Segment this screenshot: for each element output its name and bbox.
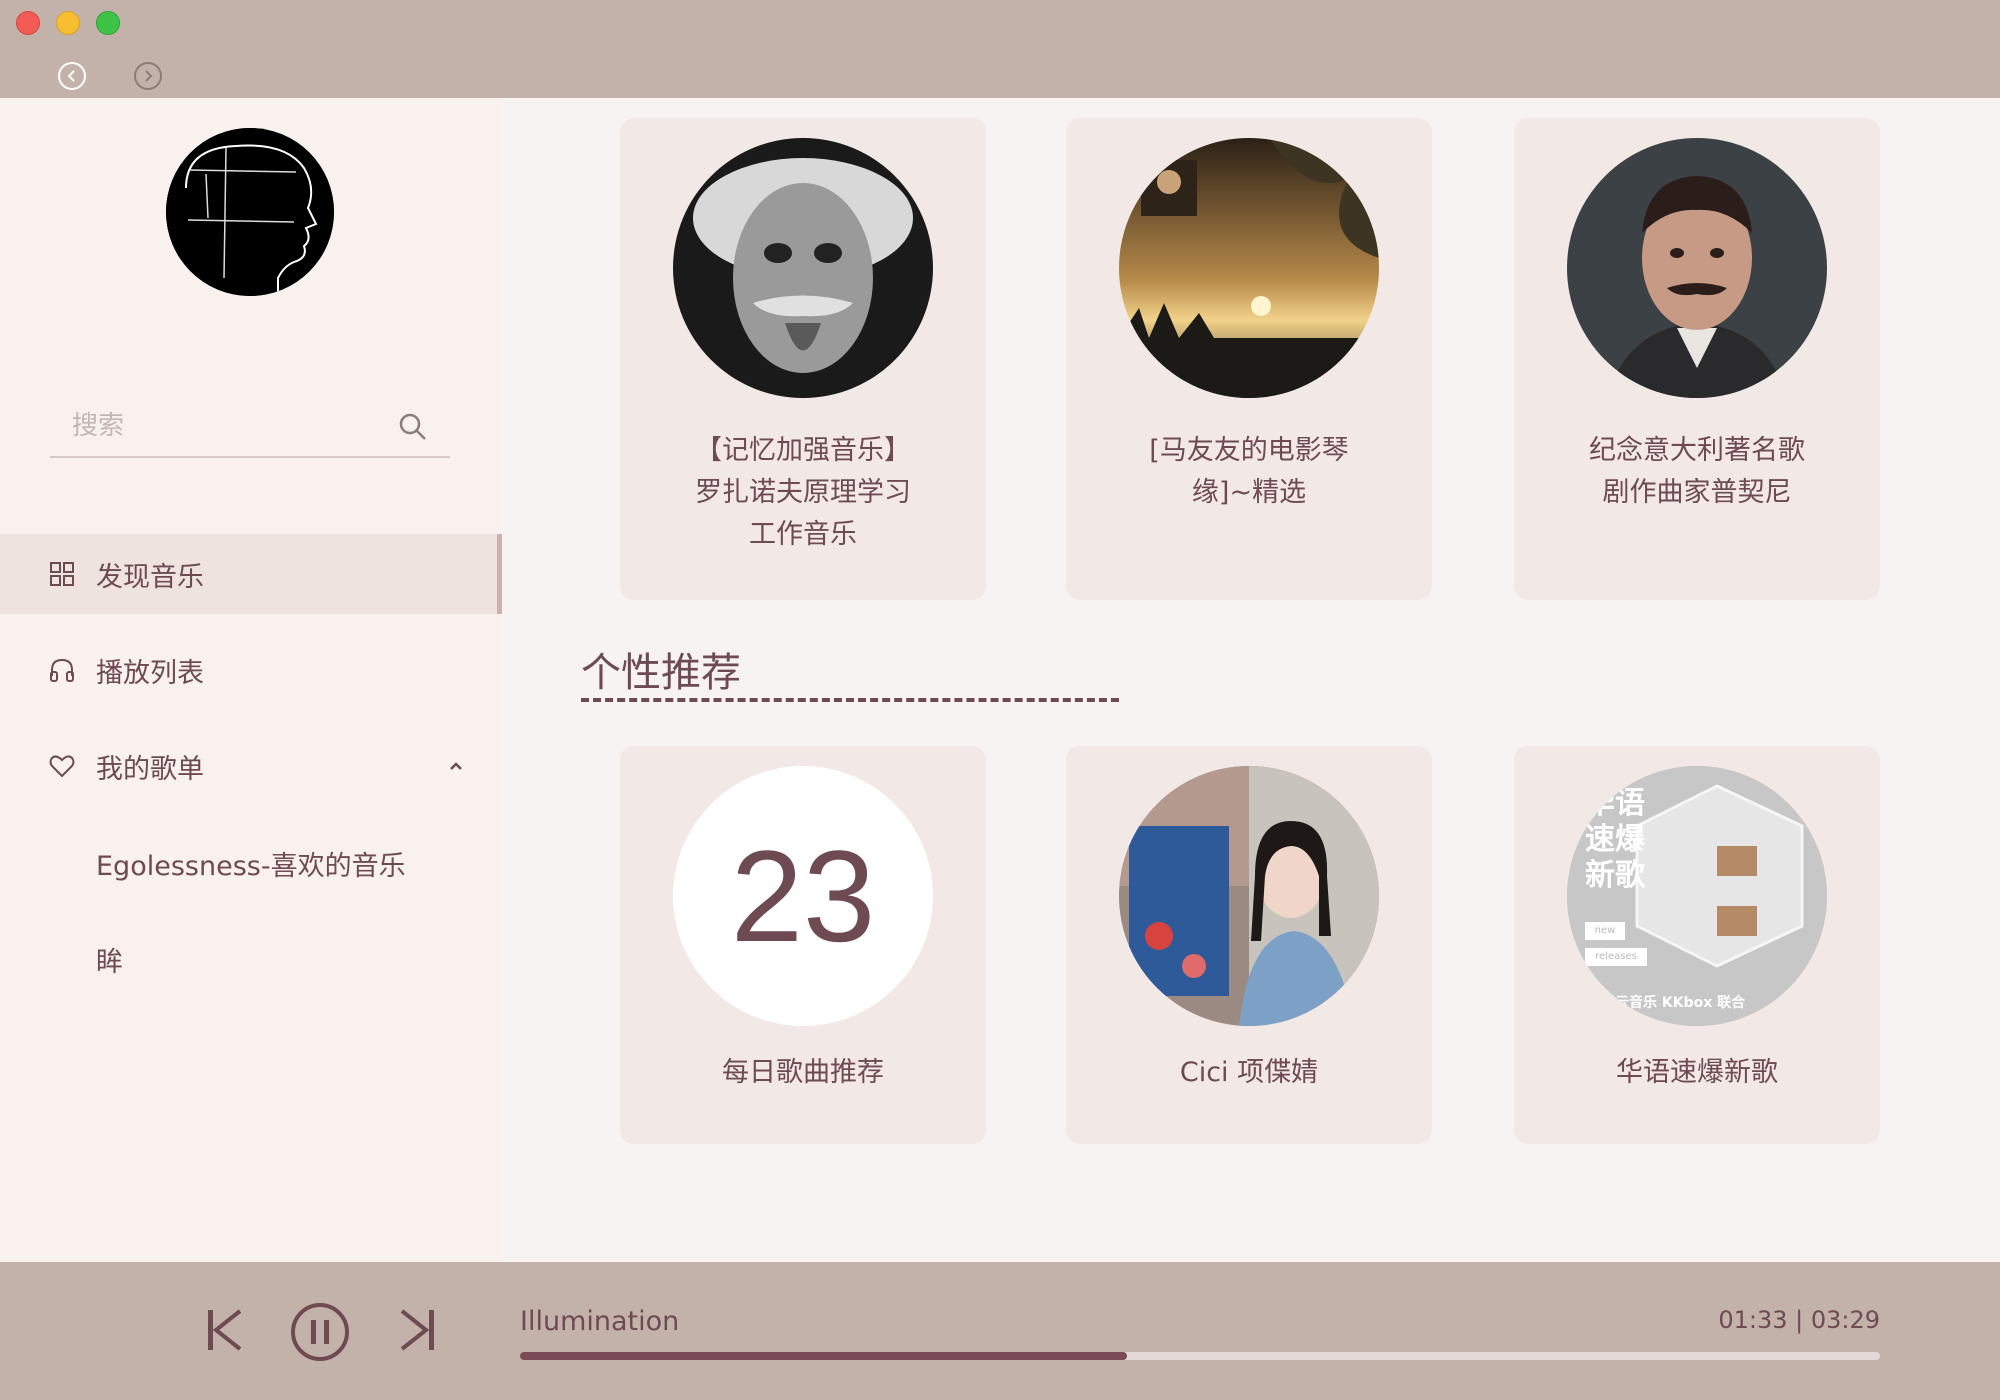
- track-name: Illumination: [520, 1306, 680, 1337]
- back-button[interactable]: [58, 62, 86, 90]
- title-line: 【记忆加强音乐】: [695, 435, 911, 466]
- title-line: 缘]~精选: [1191, 477, 1307, 508]
- maximize-window-button[interactable]: [96, 11, 120, 35]
- playlist-card-title: 纪念意大利著名歌 剧作曲家普契尼: [1534, 430, 1860, 514]
- pause-icon[interactable]: [290, 1302, 350, 1362]
- chevron-left-circle-icon: [67, 70, 75, 82]
- chevron-up-icon[interactable]: [446, 756, 466, 776]
- skip-previous-icon[interactable]: [206, 1308, 242, 1352]
- new-songs-cover: 华语 速爆 新歌 new releases 网易云音乐 KKbox 联合: [1567, 766, 1827, 1026]
- avatar[interactable]: [166, 128, 334, 296]
- daily-calendar-cover: 23: [673, 766, 933, 1026]
- playlist-item-egolessness[interactable]: Egolessness-喜欢的音乐: [96, 844, 406, 883]
- sidebar-item-playlist[interactable]: 播放列表: [0, 630, 502, 710]
- playlist-card[interactable]: 纪念意大利著名歌 剧作曲家普契尼: [1514, 118, 1880, 600]
- heart-icon: [49, 755, 75, 778]
- progress-fill: [520, 1352, 1127, 1360]
- title-bar: [0, 0, 2000, 98]
- sidebar-item-discover-music[interactable]: 发现音乐: [0, 534, 502, 614]
- sidebar: 发现音乐 播放列表 我的歌单 Egolessness-喜欢的音乐 眸: [0, 98, 502, 1262]
- main-content: 【记忆加强音乐】 罗扎诺夫原理学习 工作音乐 [马友友的电影琴 缘]~精选 纪念…: [502, 98, 2000, 1262]
- recommend-card-title: 华语速爆新歌: [1616, 1057, 1778, 1088]
- cover-footer: 网易云音乐 KKbox 联合: [1587, 995, 1746, 1011]
- cover-text-line: 华语: [1585, 786, 1645, 821]
- minimize-window-button[interactable]: [56, 11, 80, 35]
- title-line: 纪念意大利著名歌: [1589, 435, 1805, 466]
- chevron-right-circle-icon: [145, 70, 153, 82]
- title-line: 剧作曲家普契尼: [1602, 477, 1792, 508]
- title-line: [马友友的电影琴: [1149, 435, 1349, 466]
- recommend-card-cici[interactable]: Cici 项偞婧: [1066, 746, 1432, 1144]
- day-number: 23: [730, 823, 876, 969]
- player-bar: Illumination 01:33 | 03:29: [0, 1262, 2000, 1400]
- playlist-item-mou[interactable]: 眸: [96, 940, 123, 979]
- playlist-cover-sunset: [1119, 138, 1379, 398]
- recommend-card-title: 每日歌曲推荐: [722, 1057, 884, 1088]
- sidebar-item-label: 我的歌单: [96, 753, 204, 785]
- track-time: 01:33 | 03:29: [1718, 1306, 1880, 1334]
- skip-next-icon[interactable]: [400, 1308, 436, 1352]
- playlist-card[interactable]: [马友友的电影琴 缘]~精选: [1066, 118, 1432, 600]
- profile-head-silhouette-image: [166, 128, 334, 296]
- search-icon[interactable]: [398, 412, 428, 442]
- sidebar-item-label: 播放列表: [96, 657, 204, 689]
- search-input[interactable]: [72, 408, 392, 444]
- artist-cover-cici: [1119, 766, 1379, 1026]
- playlist-card-title: 【记忆加强音乐】 罗扎诺夫原理学习 工作音乐: [640, 430, 966, 556]
- grid-icon: [50, 562, 74, 586]
- playlist-cover-einstein: [673, 138, 933, 398]
- recommend-card-new-songs[interactable]: 华语 速爆 新歌 new releases 网易云音乐 KKbox 联合 华语速…: [1514, 746, 1880, 1144]
- recommend-card-daily[interactable]: 23 每日歌曲推荐: [620, 746, 986, 1144]
- playlist-card-title: [马友友的电影琴 缘]~精选: [1086, 430, 1412, 514]
- section-divider: [581, 698, 1119, 702]
- cover-headline: 华语 速爆 新歌: [1585, 786, 1645, 894]
- sidebar-item-my-playlists[interactable]: 我的歌单: [0, 726, 502, 806]
- section-title: 个性推荐: [581, 650, 741, 696]
- progress-bar[interactable]: [520, 1352, 1880, 1360]
- search-box: [50, 398, 450, 458]
- recommend-card-title: Cici 项偞婧: [1179, 1057, 1319, 1088]
- title-line: 罗扎诺夫原理学习: [695, 477, 911, 508]
- cover-tag-new: new: [1585, 922, 1625, 940]
- title-line: 工作音乐: [749, 519, 857, 550]
- cover-text-line: 速爆: [1585, 822, 1645, 857]
- forward-button[interactable]: [134, 62, 162, 90]
- sidebar-item-label: 发现音乐: [96, 561, 204, 593]
- cover-tag-releases: releases: [1585, 948, 1647, 966]
- headphones-icon: [50, 658, 74, 682]
- playlist-card[interactable]: 【记忆加强音乐】 罗扎诺夫原理学习 工作音乐: [620, 118, 986, 600]
- close-window-button[interactable]: [16, 11, 40, 35]
- playlist-cover-puccini: [1567, 138, 1827, 398]
- cover-text-line: 新歌: [1585, 858, 1645, 893]
